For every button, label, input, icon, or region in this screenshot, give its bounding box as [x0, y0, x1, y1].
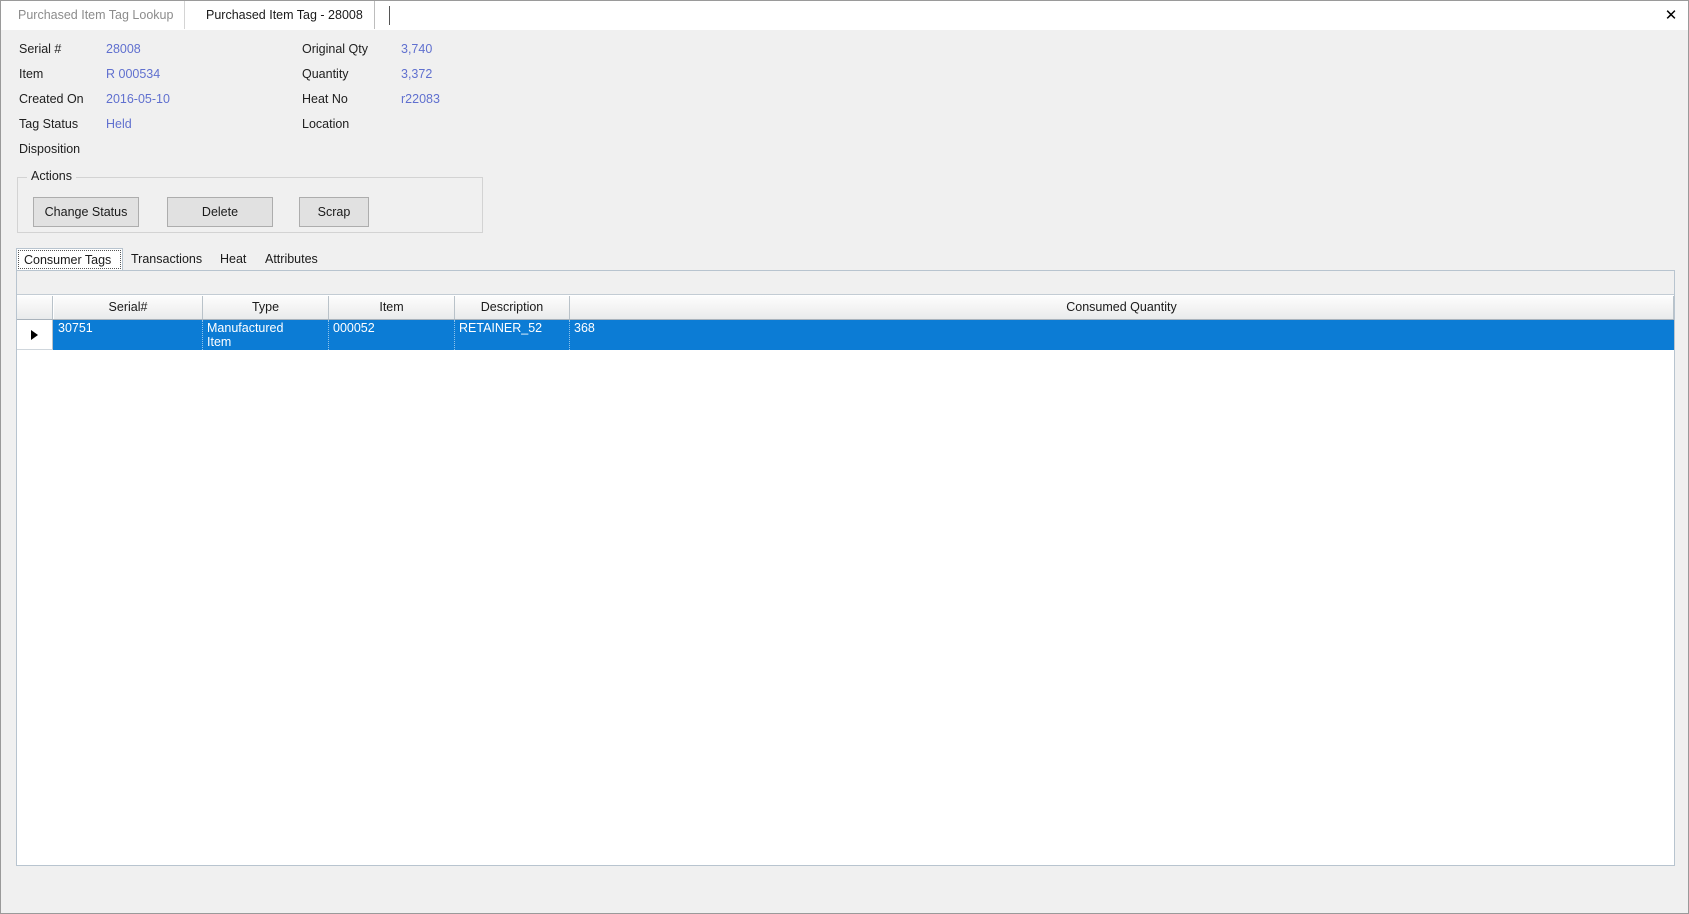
- cell-type[interactable]: Manufactured Item: [203, 320, 329, 350]
- label-quantity: Quantity: [302, 67, 349, 81]
- column-header-serial[interactable]: Serial#: [54, 296, 203, 319]
- label-serial-number: Serial #: [19, 42, 62, 56]
- cell-serial[interactable]: 30751: [54, 320, 203, 350]
- table-row[interactable]: 30751 Manufactured Item 000052 RETAINER_…: [17, 320, 1674, 350]
- cell-description[interactable]: RETAINER_52: [455, 320, 570, 350]
- label-disposition: Disposition: [19, 142, 81, 156]
- delete-button[interactable]: Delete: [167, 197, 273, 227]
- application-window: Purchased Item Tag Lookup Purchased Item…: [0, 0, 1689, 914]
- row-header-cell[interactable]: [17, 320, 53, 350]
- tab-consumer-tags[interactable]: Consumer Tags: [16, 248, 123, 271]
- label-tag-status: Tag Status: [19, 117, 79, 131]
- cell-consumed-quantity[interactable]: 368: [570, 320, 1674, 350]
- document-tab-purchased-item-tag[interactable]: Purchased Item Tag - 28008: [195, 1, 375, 30]
- label-original-qty: Original Qty: [302, 42, 368, 56]
- grid-header-row: Serial# Type Item Description Consumed Q…: [17, 296, 1674, 320]
- scrap-button[interactable]: Scrap: [299, 197, 369, 227]
- tab-transactions[interactable]: Transactions: [124, 248, 212, 271]
- label-heat-no: Heat No: [302, 92, 348, 106]
- column-header-description[interactable]: Description: [455, 296, 570, 319]
- value-serial-number: 28008: [106, 42, 141, 56]
- value-heat-no: r22083: [401, 92, 440, 106]
- column-header-consumed-quantity[interactable]: Consumed Quantity: [570, 296, 1674, 319]
- actions-group-label: Actions: [27, 169, 76, 183]
- cell-item[interactable]: 000052: [329, 320, 455, 350]
- current-row-arrow-icon: [31, 330, 38, 340]
- detail-tab-bar: Consumer Tags Transactions Heat Attribut…: [16, 248, 1675, 271]
- consumer-tags-grid[interactable]: Serial# Type Item Description Consumed Q…: [17, 296, 1674, 865]
- column-header-item[interactable]: Item: [329, 296, 455, 319]
- value-original-qty: 3,740: [401, 42, 433, 56]
- consumer-tags-panel: Serial# Type Item Description Consumed Q…: [16, 270, 1675, 866]
- tab-attributes[interactable]: Attributes: [258, 248, 328, 271]
- grid-toolbar: [17, 271, 1674, 295]
- tab-heat[interactable]: Heat: [213, 248, 257, 271]
- grid-body: 30751 Manufactured Item 000052 RETAINER_…: [17, 320, 1674, 350]
- document-tab-lookup[interactable]: Purchased Item Tag Lookup: [7, 1, 186, 30]
- tag-detail-panel: Serial # 28008 Item R 000534 Created On …: [2, 30, 1688, 164]
- column-header-type[interactable]: Type: [203, 296, 329, 319]
- grid-corner-cell: [17, 296, 53, 319]
- value-item: R 000534: [106, 67, 161, 81]
- value-created-on: 2016-05-10: [106, 92, 170, 106]
- label-item: Item: [19, 67, 44, 81]
- label-location: Location: [302, 117, 350, 131]
- tab-caret: [389, 6, 390, 25]
- value-tag-status: Held: [106, 117, 132, 131]
- document-tab-strip: Purchased Item Tag Lookup Purchased Item…: [1, 1, 1688, 30]
- label-created-on: Created On: [19, 92, 84, 106]
- change-status-button[interactable]: Change Status: [33, 197, 139, 227]
- close-icon[interactable]: ✕: [1658, 3, 1684, 27]
- value-quantity: 3,372: [401, 67, 433, 81]
- window-bottom-frame: [1, 867, 1688, 913]
